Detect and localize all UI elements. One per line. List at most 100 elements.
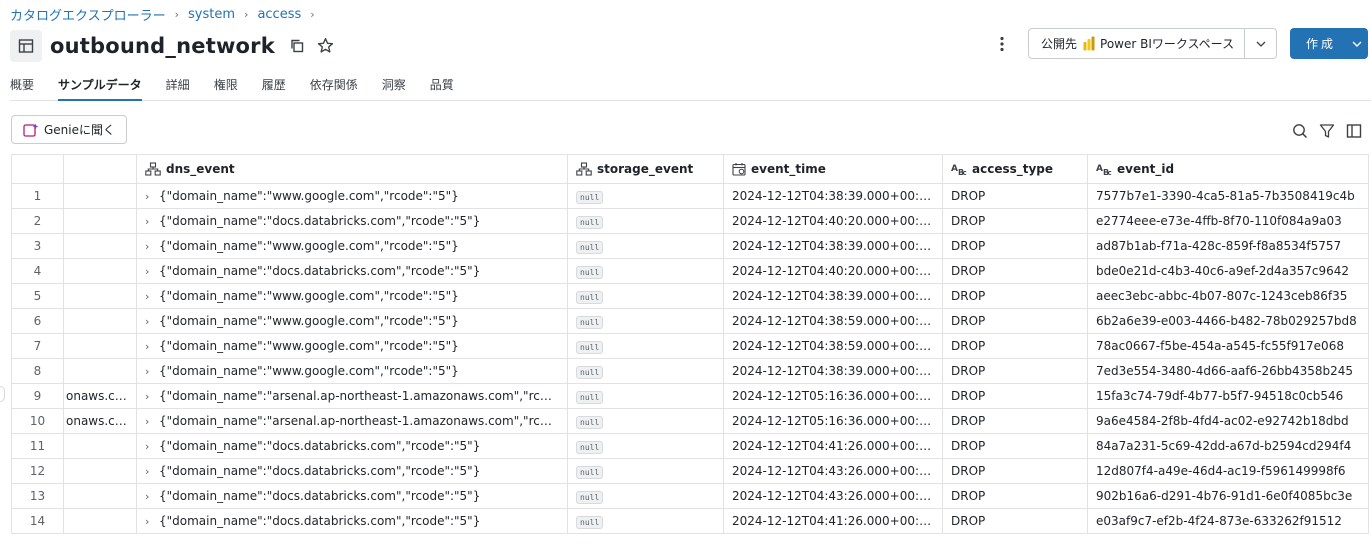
tab-insights[interactable]: 洞察 — [382, 72, 406, 101]
star-icon[interactable] — [317, 37, 334, 54]
event-time-cell: 2024-12-12T04:41:26.000+00:00 — [723, 508, 943, 534]
null-badge: null — [576, 340, 604, 354]
chevron-right-icon[interactable]: › — [145, 515, 159, 528]
chevron-right-icon[interactable]: › — [145, 215, 159, 228]
dns-event-cell[interactable]: › {"domain_name":"www.google.com","rcode"… — [136, 283, 568, 309]
column-header-access-type[interactable]: ABc access_type — [942, 154, 1088, 184]
collapse-handle[interactable] — [0, 386, 5, 402]
table-row[interactable]: 10 onaws.com › {"domain_name":"arsenal.ap-n… — [11, 408, 1369, 434]
chevron-right-icon[interactable]: › — [145, 465, 159, 478]
svg-text:A: A — [951, 164, 958, 174]
column-header-event-id[interactable]: ABc event_id — [1087, 154, 1369, 184]
dns-event-value: {"domain_name":"www.google.com","rcode":… — [159, 339, 459, 353]
chevron-right-icon[interactable]: › — [145, 415, 159, 428]
chevron-right-icon[interactable]: › — [145, 190, 159, 203]
row-number: 1 — [11, 183, 64, 209]
table-row[interactable]: 8 › {"domain_name":"www.google.com","rcode… — [11, 358, 1369, 384]
column-header-storage-event[interactable]: storage_event — [567, 154, 724, 184]
dns-event-cell[interactable]: › {"domain_name":"arsenal.ap-northeast-1.… — [136, 383, 568, 409]
chevron-right-icon[interactable]: › — [145, 365, 159, 378]
table-row[interactable]: 14 › {"domain_name":"docs.databricks.com",… — [11, 508, 1369, 534]
breadcrumb-access[interactable]: access — [257, 7, 301, 22]
chevron-right-icon[interactable]: › — [145, 490, 159, 503]
tab-lineage[interactable]: 依存関係 — [310, 72, 358, 101]
chevron-down-icon — [1256, 36, 1266, 51]
truncated-cell — [63, 508, 137, 534]
event-id-cell: e03af9c7-ef2b-4f24-873e-633262f91512 — [1087, 508, 1369, 534]
filter-icon[interactable] — [1318, 122, 1336, 140]
table-row[interactable]: 1 › {"domain_name":"www.google.com","rcode… — [11, 183, 1369, 209]
null-badge: null — [576, 240, 604, 254]
chevron-right-icon[interactable]: › — [145, 265, 159, 278]
chevron-right-icon[interactable]: › — [145, 290, 159, 303]
event-id-cell: 9a6e4584-2f8b-4fd4-ac02-e92742b18dbd — [1087, 408, 1369, 434]
table-row[interactable]: 9 onaws.com › {"domain_name":"arsenal.ap-no… — [11, 383, 1369, 409]
publish-button[interactable]: 公開先 Power BIワークスペース — [1029, 29, 1246, 58]
more-options-icon[interactable] — [993, 33, 1011, 55]
storage-event-cell: null — [567, 308, 724, 334]
breadcrumb-catalog-explorer[interactable]: カタログエクスプローラー — [10, 5, 166, 24]
column-label: event_time — [751, 162, 826, 176]
column-label: event_id — [1117, 162, 1175, 176]
search-icon[interactable] — [1291, 122, 1309, 140]
genie-sparkle-icon — [23, 123, 39, 137]
table-row[interactable]: 11 › {"domain_name":"docs.databricks.com",… — [11, 433, 1369, 459]
tab-quality[interactable]: 品質 — [430, 72, 454, 101]
dns-event-value: {"domain_name":"arsenal.ap-northeast-1.a… — [159, 414, 568, 428]
table-row[interactable]: 4 › {"domain_name":"docs.databricks.com","… — [11, 258, 1369, 284]
table-row[interactable]: 7 › {"domain_name":"www.google.com","rcode… — [11, 333, 1369, 359]
chevron-right-icon[interactable]: › — [145, 390, 159, 403]
column-label: storage_event — [597, 162, 694, 176]
row-number: 3 — [11, 233, 64, 259]
ask-genie-button[interactable]: Genieに聞く — [11, 115, 128, 144]
publish-target-label: Power BIワークスペース — [1100, 37, 1235, 51]
publish-dropdown-button[interactable] — [1245, 29, 1276, 58]
tab-sample-data[interactable]: サンプルデータ — [58, 72, 142, 101]
tab-details[interactable]: 詳細 — [166, 72, 190, 101]
event-id-cell: 84a7a231-5c69-42dd-a67d-b2594cd294f4 — [1087, 433, 1369, 459]
chevron-right-icon[interactable]: › — [145, 240, 159, 253]
dns-event-cell[interactable]: › {"domain_name":"docs.databricks.com","r… — [136, 483, 568, 509]
dns-event-cell[interactable]: › {"domain_name":"www.google.com","rcode"… — [136, 358, 568, 384]
event-time-cell: 2024-12-12T04:41:26.000+00:00 — [723, 433, 943, 459]
table-row[interactable]: 5 › {"domain_name":"www.google.com","rcode… — [11, 283, 1369, 309]
table-row[interactable]: 2 › {"domain_name":"docs.databricks.com","… — [11, 208, 1369, 234]
copy-icon[interactable] — [289, 38, 305, 54]
dns-event-cell[interactable]: › {"domain_name":"arsenal.ap-northeast-1.… — [136, 408, 568, 434]
null-badge: null — [576, 390, 604, 404]
event-id-cell: 78ac0667-f5be-454a-a545-fc55f917e068 — [1087, 333, 1369, 359]
null-badge: null — [576, 365, 604, 379]
dns-event-cell[interactable]: › {"domain_name":"www.google.com","rcode"… — [136, 183, 568, 209]
table-row[interactable]: 12 › {"domain_name":"docs.databricks.com",… — [11, 458, 1369, 484]
column-header-dns-event[interactable]: dns_event — [136, 154, 568, 184]
dns-event-cell[interactable]: › {"domain_name":"docs.databricks.com","r… — [136, 433, 568, 459]
event-time-cell: 2024-12-12T04:38:39.000+00:00 — [723, 183, 943, 209]
publish-split-button: 公開先 Power BIワークスペース — [1028, 28, 1278, 59]
table-row[interactable]: 3 › {"domain_name":"www.google.com","rcode… — [11, 233, 1369, 259]
create-button[interactable]: 作成 — [1290, 28, 1368, 59]
tab-permissions[interactable]: 権限 — [214, 72, 238, 101]
chevron-right-icon[interactable]: › — [145, 315, 159, 328]
create-button-label: 作成 — [1305, 37, 1336, 51]
dns-event-cell[interactable]: › {"domain_name":"docs.databricks.com","r… — [136, 508, 568, 534]
dns-event-cell[interactable]: › {"domain_name":"www.google.com","rcode"… — [136, 233, 568, 259]
tab-history[interactable]: 履歴 — [262, 72, 286, 101]
access-type-cell: DROP — [942, 408, 1088, 434]
event-time-cell: 2024-12-12T04:43:26.000+00:00 — [723, 458, 943, 484]
access-type-cell: DROP — [942, 308, 1088, 334]
dns-event-cell[interactable]: › {"domain_name":"docs.databricks.com","r… — [136, 208, 568, 234]
chevron-right-icon[interactable]: › — [145, 340, 159, 353]
null-badge: null — [576, 190, 604, 204]
dns-event-cell[interactable]: › {"domain_name":"docs.databricks.com","r… — [136, 258, 568, 284]
table-row[interactable]: 13 › {"domain_name":"docs.databricks.com",… — [11, 483, 1369, 509]
dns-event-cell[interactable]: › {"domain_name":"www.google.com","rcode"… — [136, 308, 568, 334]
chevron-right-icon[interactable]: › — [145, 440, 159, 453]
dns-event-cell[interactable]: › {"domain_name":"docs.databricks.com","r… — [136, 458, 568, 484]
tab-overview[interactable]: 概要 — [10, 72, 34, 101]
breadcrumb-system[interactable]: system — [188, 7, 235, 22]
dns-event-value: {"domain_name":"docs.databricks.com","rc… — [159, 439, 481, 453]
dns-event-cell[interactable]: › {"domain_name":"www.google.com","rcode"… — [136, 333, 568, 359]
table-row[interactable]: 6 › {"domain_name":"www.google.com","rcode… — [11, 308, 1369, 334]
side-panel-icon[interactable] — [1345, 122, 1363, 140]
column-header-event-time[interactable]: event_time — [723, 154, 943, 184]
